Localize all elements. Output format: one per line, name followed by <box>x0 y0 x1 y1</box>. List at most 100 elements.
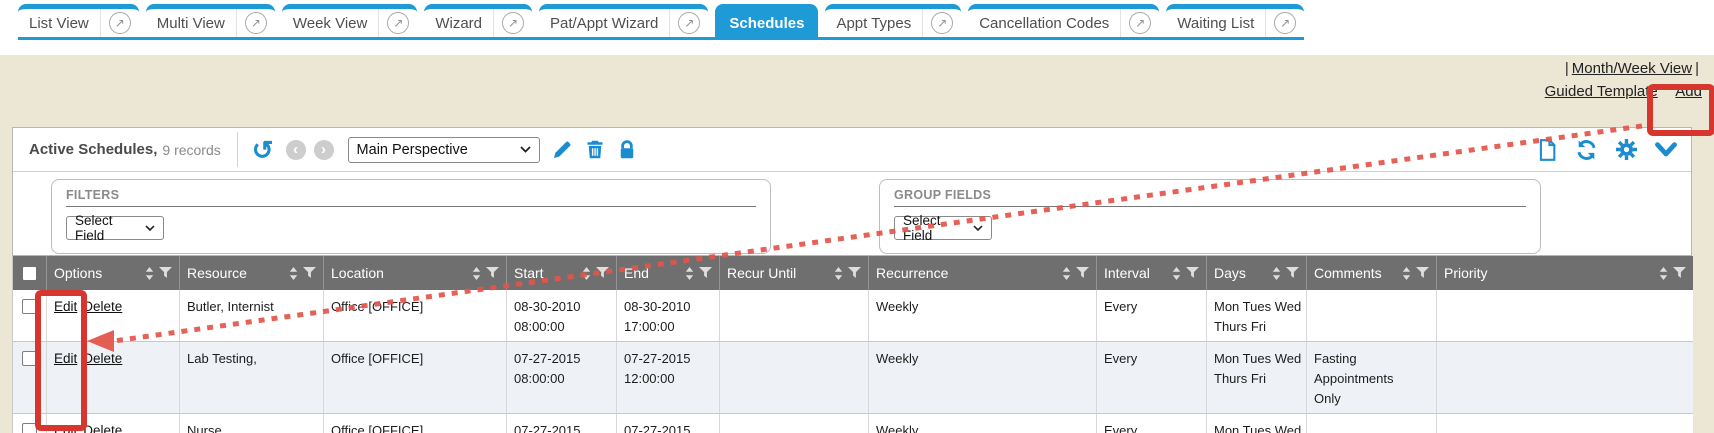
cell-resource: Nurse, <box>179 414 323 433</box>
new-document-icon[interactable] <box>1537 139 1557 161</box>
panel-title: Active Schedules, <box>29 141 157 158</box>
cell-start: 08-30-2010 08:00:00 <box>506 290 616 341</box>
cell-recur-until <box>719 290 868 341</box>
perspective-select[interactable]: Main Perspective <box>348 137 540 163</box>
cell-location: Office [OFFICE] <box>323 414 506 433</box>
cell-comments <box>1306 290 1436 341</box>
gear-icon[interactable] <box>1616 139 1637 160</box>
cell-interval: Every <box>1096 342 1206 413</box>
table-row: EditDelete Butler, Internist Office [OFF… <box>13 290 1693 342</box>
column-header-recurrence[interactable]: Recurrence <box>868 256 1096 290</box>
column-header-interval[interactable]: Interval <box>1096 256 1206 290</box>
edit-link[interactable]: Edit <box>54 351 77 366</box>
external-link-icon[interactable]: ↗ <box>669 9 708 37</box>
schedules-table: Options Resource Location Start End Recu… <box>12 256 1693 433</box>
filter-icon[interactable] <box>1286 267 1299 279</box>
external-link-icon[interactable]: ↗ <box>236 9 275 37</box>
edit-link[interactable]: Edit <box>54 299 77 314</box>
column-header-location[interactable]: Location <box>323 256 506 290</box>
checkbox-cell <box>13 342 46 413</box>
cell-resource: Lab Testing, <box>179 342 323 413</box>
column-header-comments[interactable]: Comments <box>1306 256 1436 290</box>
cell-days: Mon Tues Wed Thurs Fri <box>1206 290 1306 341</box>
filter-icon[interactable] <box>159 267 172 279</box>
filter-icon[interactable] <box>596 267 609 279</box>
cell-priority <box>1436 290 1693 341</box>
refresh-icon[interactable] <box>1575 139 1598 161</box>
cell-comments <box>1306 414 1436 433</box>
column-header-recur-until[interactable]: Recur Until <box>719 256 868 290</box>
sort-icon[interactable] <box>472 267 481 280</box>
column-header-end[interactable]: End <box>616 256 719 290</box>
filter-icon[interactable] <box>486 267 499 279</box>
toolbar-divider <box>237 132 238 167</box>
sort-icon[interactable] <box>1659 267 1668 280</box>
column-header-resource[interactable]: Resource <box>179 256 323 290</box>
sort-icon[interactable] <box>685 267 694 280</box>
external-link-icon[interactable]: ↗ <box>100 9 139 37</box>
sort-icon[interactable] <box>1062 267 1071 280</box>
column-header-start[interactable]: Start <box>506 256 616 290</box>
month-week-view-link[interactable]: Month/Week View <box>1572 60 1692 77</box>
prev-perspective-icon[interactable]: ‹ <box>286 140 306 160</box>
next-perspective-icon[interactable]: › <box>314 140 334 160</box>
delete-link[interactable]: Delete <box>83 299 122 314</box>
row-checkbox[interactable] <box>22 423 37 433</box>
edit-pencil-icon[interactable] <box>552 139 573 160</box>
tab-cancellation-codes[interactable]: Cancellation Codes ↗ <box>968 4 1159 37</box>
group-fields-select[interactable]: Select Field <box>894 216 992 240</box>
sort-icon[interactable] <box>145 267 154 280</box>
row-checkbox[interactable] <box>22 351 37 366</box>
column-header-select-all[interactable] <box>13 256 46 290</box>
tab-appt-types[interactable]: Appt Types ↗ <box>825 4 961 37</box>
sort-icon[interactable] <box>1272 267 1281 280</box>
tab-schedules[interactable]: Schedules <box>715 4 818 37</box>
cell-days: Mon Tues Wed Thurs Fri <box>1206 414 1306 433</box>
undo-icon[interactable]: ↺ <box>252 140 274 160</box>
cell-recurrence: Weekly <box>868 290 1096 341</box>
cell-recurrence: Weekly <box>868 414 1096 433</box>
tab-waiting-list[interactable]: Waiting List ↗ <box>1166 4 1304 37</box>
edit-link[interactable]: Edit <box>54 423 77 433</box>
tab-wizard[interactable]: Wizard ↗ <box>424 4 532 37</box>
cell-interval: Every <box>1096 290 1206 341</box>
filters-field-select[interactable]: Select Field <box>66 216 164 240</box>
lock-icon[interactable] <box>617 139 637 160</box>
add-link[interactable]: Add <box>1675 83 1702 100</box>
filters-title: FILTERS <box>66 188 756 207</box>
column-header-days[interactable]: Days <box>1206 256 1306 290</box>
filter-icon[interactable] <box>1076 267 1089 279</box>
delete-link[interactable]: Delete <box>83 423 122 433</box>
sort-icon[interactable] <box>289 267 298 280</box>
external-link-icon[interactable]: ↗ <box>1120 9 1159 37</box>
row-checkbox[interactable] <box>22 299 37 314</box>
delete-link[interactable]: Delete <box>83 351 122 366</box>
filter-icon[interactable] <box>1186 267 1199 279</box>
guided-template-link[interactable]: Guided Template <box>1545 83 1658 100</box>
cell-comments: Fasting Appointments Only <box>1306 342 1436 413</box>
sort-icon[interactable] <box>582 267 591 280</box>
sort-icon[interactable] <box>1402 267 1411 280</box>
tab-multi-view[interactable]: Multi View ↗ <box>146 4 275 37</box>
cell-start: 07-27-2015 08:00:00 <box>506 414 616 433</box>
select-all-checkbox[interactable] <box>23 267 36 280</box>
tab-list-view[interactable]: List View ↗ <box>18 4 139 37</box>
tab-pat-appt-wizard[interactable]: Pat/Appt Wizard ↗ <box>539 4 708 37</box>
trash-icon[interactable] <box>585 139 605 160</box>
external-link-icon[interactable]: ↗ <box>1265 9 1304 37</box>
external-link-icon[interactable]: ↗ <box>922 9 961 37</box>
external-link-icon[interactable]: ↗ <box>493 9 532 37</box>
sort-icon[interactable] <box>834 267 843 280</box>
cell-days: Mon Tues Wed Thurs Fri <box>1206 342 1306 413</box>
chevron-down-icon[interactable] <box>1655 142 1677 158</box>
filter-icon[interactable] <box>303 267 316 279</box>
filter-icon[interactable] <box>699 267 712 279</box>
filter-icon[interactable] <box>1416 267 1429 279</box>
filter-icon[interactable] <box>1673 267 1686 279</box>
sort-icon[interactable] <box>1172 267 1181 280</box>
column-header-priority[interactable]: Priority <box>1436 256 1693 290</box>
filter-icon[interactable] <box>848 267 861 279</box>
external-link-icon[interactable]: ↗ <box>378 9 417 37</box>
column-header-options[interactable]: Options <box>46 256 179 290</box>
tab-week-view[interactable]: Week View ↗ <box>282 4 417 37</box>
